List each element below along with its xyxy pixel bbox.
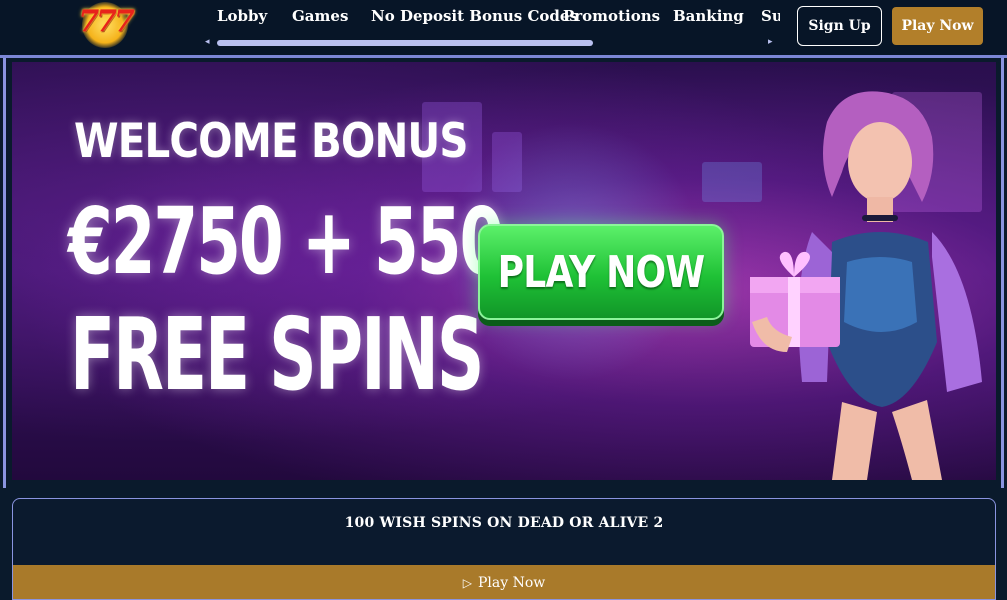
nav-item-banking[interactable]: Banking — [673, 7, 744, 25]
logo-777-icon[interactable]: 777 — [76, 0, 135, 50]
promo-title: 100 WISH SPINS ON DEAD OR ALIVE 2 — [344, 515, 664, 531]
nav-item-games[interactable]: Games — [292, 7, 348, 25]
hero-cta-label: PLAY NOW — [497, 246, 706, 298]
scroll-left-icon[interactable]: ◂ — [205, 37, 210, 47]
play-triangle-icon: ▷ — [462, 576, 472, 590]
promo-play-now-button[interactable]: ▷ Play Now — [13, 565, 995, 599]
scroll-right-icon[interactable]: ▸ — [768, 37, 773, 47]
nav-item-support[interactable]: Su — [761, 7, 780, 25]
sign-up-button[interactable]: Sign Up — [797, 6, 882, 46]
promo-play-now-label: Play Now — [477, 575, 546, 591]
hero-play-now-button[interactable]: PLAY NOW — [478, 224, 724, 320]
nav-item-promotions[interactable]: Promotions — [563, 7, 660, 25]
welcome-bonus-banner[interactable]: WELCOME BONUS €2750 + 550 FREE SPINS PLA… — [12, 62, 996, 480]
site-header: 777 Lobby Games No Deposit Bonus Codes P… — [0, 0, 1007, 55]
character-illustration — [750, 91, 982, 480]
promo-card: 100 WISH SPINS ON DEAD OR ALIVE 2 ▷ Play… — [12, 498, 996, 600]
hero-amount: €2750 + 550 — [68, 188, 504, 295]
nav-item-lobby[interactable]: Lobby — [217, 7, 267, 25]
nav-scrollbar[interactable] — [217, 40, 593, 46]
hero-free-spins: FREE SPINS — [70, 296, 484, 413]
logo-text: 777 — [78, 4, 135, 39]
nav-item-no-deposit-bonus-codes[interactable]: No Deposit Bonus Codes — [371, 7, 578, 25]
main-nav: Lobby Games No Deposit Bonus Codes Promo… — [200, 0, 780, 55]
hero-title: WELCOME BONUS — [74, 114, 468, 169]
header-play-now-button[interactable]: Play Now — [892, 7, 983, 45]
